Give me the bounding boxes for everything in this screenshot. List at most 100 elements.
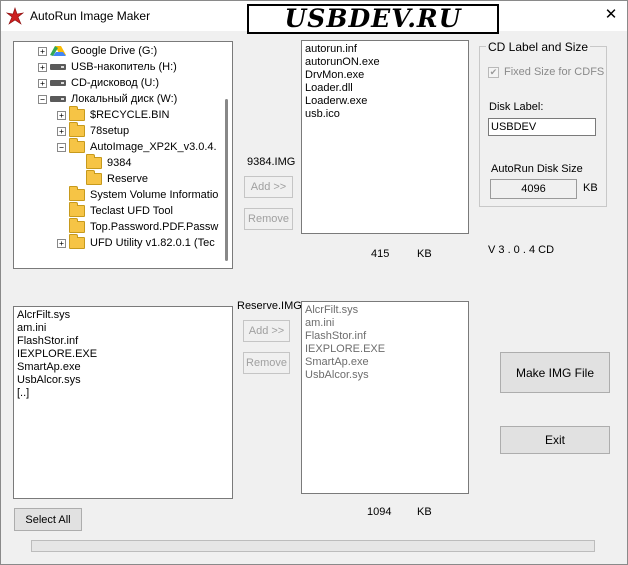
tree-item[interactable]: + Google Drive (G:) — [38, 43, 157, 59]
list-item[interactable]: DrvMon.exe — [305, 69, 465, 82]
tree-item[interactable]: Reserve — [86, 170, 148, 187]
expand-icon[interactable]: + — [57, 126, 66, 136]
tree-item-label: Google Drive (G:) — [71, 45, 158, 57]
cd-group-title: CD Label and Size — [486, 40, 591, 54]
tree-item-label: $RECYCLE.BIN — [90, 109, 170, 121]
top-add-button[interactable]: Add >> — [244, 176, 293, 198]
list-item[interactable]: SmartAp.exe — [17, 361, 229, 374]
list-item[interactable]: autorun.inf — [305, 43, 465, 56]
bottom-remove-button[interactable]: Remove — [243, 352, 290, 374]
folder-icon — [69, 186, 85, 201]
list-item[interactable]: UsbAlcor.sys — [305, 369, 465, 382]
list-item[interactable]: am.ini — [305, 317, 465, 330]
list-item[interactable]: FlashStor.inf — [305, 330, 465, 343]
folder-icon — [69, 234, 85, 249]
tree-item-label: 9384 — [107, 157, 132, 169]
tree-vertical-scrollbar[interactable] — [225, 99, 228, 261]
tree-item[interactable]: + USB-накопитель (H:) — [38, 59, 177, 75]
expand-icon[interactable]: + — [57, 110, 66, 120]
list-item[interactable]: Loaderw.exe — [305, 95, 465, 108]
top-image-file-list[interactable]: autorun.inf autorunON.exe DrvMon.exe Loader… — [301, 40, 469, 234]
collapse-icon[interactable]: − — [38, 94, 47, 104]
tree-item[interactable]: + UFD Utility v1.82.0.1 (Tec — [57, 234, 215, 251]
folder-icon — [69, 106, 85, 121]
source-file-list[interactable]: AlcrFilt.sys am.ini FlashStor.inf IEXPLORE.… — [13, 306, 233, 499]
disk-size-field[interactable]: 4096 — [490, 179, 577, 199]
usb-drive-icon — [50, 64, 66, 70]
tree-item[interactable]: +78setup — [57, 122, 130, 139]
tree-item[interactable]: + $RECYCLE.BIN — [57, 106, 170, 123]
list-item[interactable]: FlashStor.inf — [17, 335, 229, 348]
fixed-size-label: Fixed Size for CDFS — [504, 66, 605, 78]
tree-item-label: 78setup — [90, 125, 130, 137]
tree-item-label: Teclast UFD Tool — [90, 205, 173, 217]
tree-item[interactable]: − Локальный диск (W:) — [38, 91, 177, 107]
list-item[interactable]: AlcrFilt.sys — [305, 304, 465, 317]
list-item[interactable]: SmartAp.exe — [305, 356, 465, 369]
window-title: AutoRun Image Maker — [30, 9, 151, 23]
disk-label-caption: Disk Label: — [489, 101, 544, 113]
local-disk-icon — [50, 96, 66, 102]
top-image-size-unit: KB — [417, 248, 432, 260]
bottom-add-button[interactable]: Add >> — [243, 320, 290, 342]
make-img-button[interactable]: Make IMG File — [500, 352, 610, 393]
folder-open-icon — [69, 138, 85, 153]
close-icon[interactable]: ✕ — [597, 3, 625, 27]
folder-tree[interactable]: + Google Drive (G:) + USB-накопитель (H:) + C… — [13, 41, 233, 269]
tree-item[interactable]: − AutoImage_XP2K_v3.0.4. — [57, 138, 217, 155]
folder-icon — [69, 218, 85, 233]
tree-item[interactable]: Top.Password.PDF.Passw — [69, 218, 218, 235]
list-item[interactable]: usb.ico — [305, 108, 465, 121]
top-image-size: 415 — [371, 248, 390, 260]
fixed-size-checkbox[interactable]: ✔ — [488, 67, 499, 78]
app-logo-icon — [6, 7, 24, 25]
list-item[interactable]: Loader.dll — [305, 82, 465, 95]
tree-item-label: System Volume Informatio — [90, 189, 219, 201]
top-remove-button[interactable]: Remove — [244, 208, 293, 230]
tree-item[interactable]: System Volume Informatio — [69, 186, 219, 203]
list-item[interactable]: IEXPLORE.EXE — [305, 343, 465, 356]
expand-icon[interactable]: + — [57, 238, 66, 248]
tree-item[interactable]: Teclast UFD Tool — [69, 202, 173, 219]
folder-icon — [86, 170, 102, 185]
list-item[interactable]: [..] — [17, 387, 229, 400]
disk-size-caption: AutoRun Disk Size — [491, 163, 583, 175]
select-all-button[interactable]: Select All — [14, 508, 82, 531]
bottom-image-size: 1094 — [367, 506, 392, 518]
folder-icon — [69, 122, 85, 137]
tree-item-label: CD-дисковод (U:) — [71, 77, 160, 89]
top-image-name: 9384.IMG — [247, 156, 296, 168]
version-label: V 3 . 0 . 4 CD — [488, 244, 555, 256]
exit-label: Exit — [544, 433, 565, 447]
make-img-label: Make IMG File — [515, 365, 594, 380]
list-item[interactable]: AlcrFilt.sys — [17, 309, 229, 322]
bottom-image-name: Reserve.IMG — [237, 300, 302, 312]
select-all-label: Select All — [25, 513, 71, 526]
disk-label-input[interactable]: USBDEV — [488, 118, 596, 136]
tree-item-label: Reserve — [107, 173, 148, 185]
tree-item[interactable]: 9384 — [86, 154, 132, 171]
google-drive-icon — [50, 46, 66, 56]
bottom-image-file-list[interactable]: AlcrFilt.sys am.ini FlashStor.inf IEXPLORE.… — [301, 301, 469, 494]
list-item[interactable]: IEXPLORE.EXE — [17, 348, 229, 361]
expand-icon[interactable]: + — [38, 62, 47, 72]
folder-icon — [69, 202, 85, 217]
tree-item[interactable]: + CD-дисковод (U:) — [38, 75, 159, 91]
list-item[interactable]: autorunON.exe — [305, 56, 465, 69]
tree-item-label: Локальный диск (W:) — [71, 93, 178, 105]
bottom-image-size-unit: KB — [417, 506, 432, 518]
exit-button[interactable]: Exit — [500, 426, 610, 454]
collapse-icon[interactable]: − — [57, 142, 66, 152]
main-window: AutoRun Image Maker ✕ USBDEV.RU + Google … — [0, 0, 628, 565]
expand-icon[interactable]: + — [38, 78, 47, 88]
tree-item-label: USB-накопитель (H:) — [71, 61, 177, 73]
tree-item-label: UFD Utility v1.82.0.1 (Tec — [90, 237, 215, 249]
expand-icon[interactable]: + — [38, 46, 47, 56]
progress-bar — [31, 540, 595, 552]
list-item[interactable]: UsbAlcor.sys — [17, 374, 229, 387]
disk-size-unit: KB — [583, 182, 598, 194]
usbdev-logo: USBDEV.RU — [247, 4, 499, 34]
cd-drive-icon — [50, 80, 66, 86]
list-item[interactable]: am.ini — [17, 322, 229, 335]
folder-icon — [86, 154, 102, 169]
